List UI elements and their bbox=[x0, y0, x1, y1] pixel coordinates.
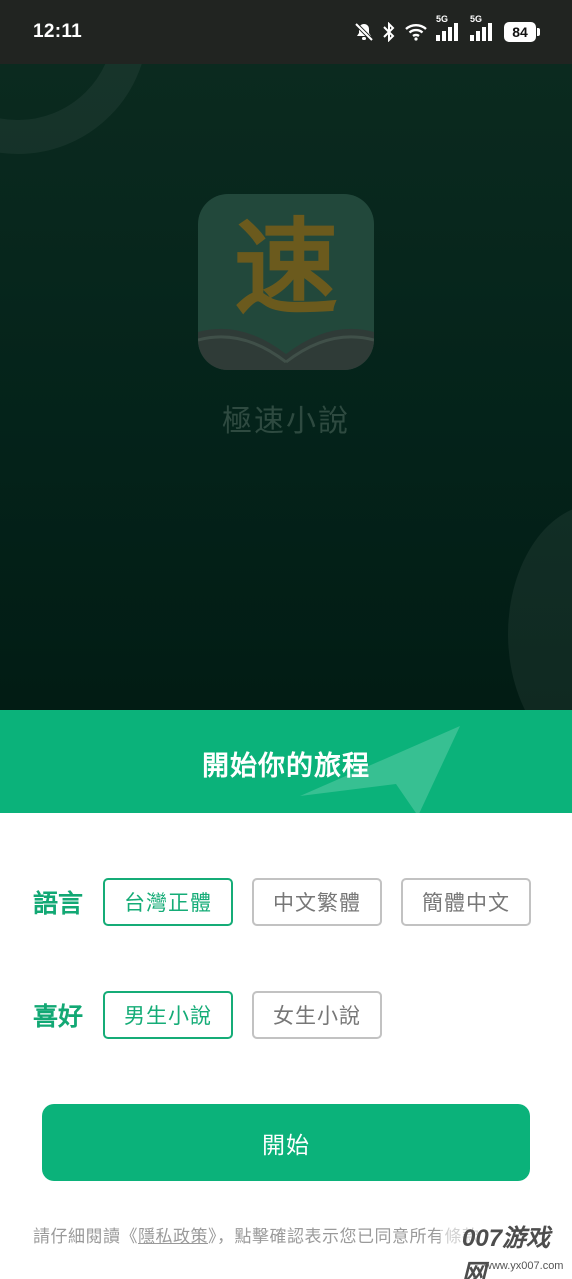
banner-title: 開始你的旅程 bbox=[202, 751, 370, 782]
language-option-simplified[interactable]: 簡體中文 bbox=[401, 878, 531, 926]
decorative-blob bbox=[508, 504, 572, 710]
bell-muted-icon bbox=[354, 22, 374, 42]
preference-row: 喜好 男生小說 女生小說 bbox=[33, 991, 382, 1039]
privacy-note-prefix: 請仔細閱讀《 bbox=[33, 1227, 138, 1247]
preference-option-female[interactable]: 女生小說 bbox=[252, 991, 382, 1039]
status-bar: 12:11 5G 5G 84 bbox=[0, 0, 572, 64]
decorative-ring bbox=[0, 64, 148, 154]
status-time: 12:11 bbox=[33, 21, 83, 42]
splash-area: 速 極速小說 bbox=[0, 64, 572, 710]
signal-icon: 5G bbox=[436, 14, 462, 41]
signal-5g-label-2: 5G bbox=[470, 14, 483, 24]
logo-glyph: 速 bbox=[233, 206, 338, 329]
signal-5g-label: 5G bbox=[436, 14, 449, 24]
preference-label: 喜好 bbox=[33, 1002, 84, 1031]
language-row: 語言 台灣正體 中文繁體 簡體中文 bbox=[33, 878, 531, 926]
privacy-policy-link[interactable]: 隱私政策 bbox=[138, 1227, 208, 1247]
language-option-traditional[interactable]: 中文繁體 bbox=[252, 878, 382, 926]
banner: 開始你的旅程 bbox=[0, 710, 572, 813]
signal-icon-2: 5G bbox=[470, 14, 496, 41]
language-option-traditional-tw[interactable]: 台灣正體 bbox=[103, 878, 233, 926]
app-logo-icon: 速 bbox=[198, 194, 374, 370]
language-label: 語言 bbox=[33, 889, 84, 918]
watermark-url: www.yx007.com bbox=[484, 1260, 564, 1272]
bluetooth-icon bbox=[382, 22, 396, 42]
wifi-icon bbox=[404, 23, 428, 41]
battery-icon: 84 bbox=[504, 22, 540, 42]
privacy-note-suffix: 》，點擊確認表示您已同意所有條款 bbox=[208, 1227, 480, 1247]
start-button[interactable]: 開始 bbox=[42, 1104, 530, 1181]
status-icons: 5G 5G 84 bbox=[354, 14, 540, 42]
book-icon bbox=[198, 328, 374, 370]
app-name: 極速小說 bbox=[222, 404, 350, 439]
preference-option-male[interactable]: 男生小說 bbox=[103, 991, 233, 1039]
